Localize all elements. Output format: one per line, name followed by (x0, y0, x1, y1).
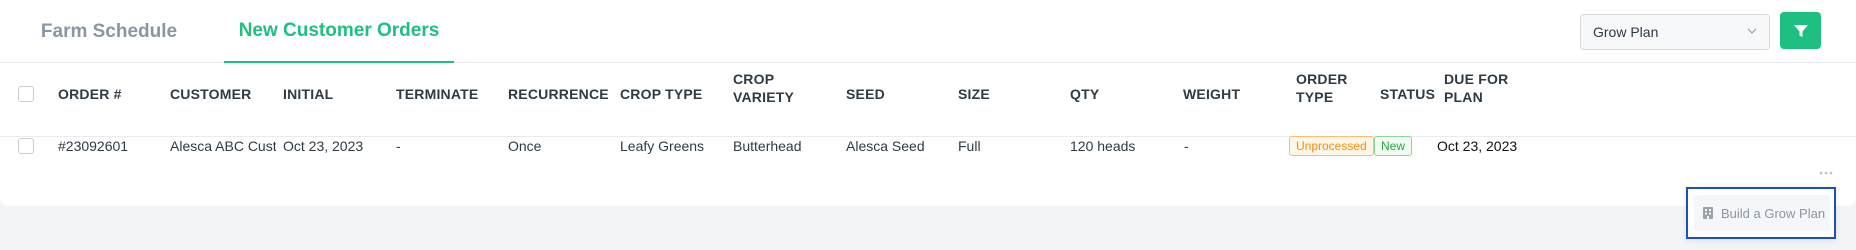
cell-crop-variety: Butterhead (733, 138, 802, 154)
row-actions-menu: Build a Grow Plan (1686, 187, 1836, 239)
col-header-status[interactable]: STATUS (1380, 86, 1435, 102)
cell-qty: 120 heads (1070, 138, 1136, 154)
select-all-checkbox[interactable] (18, 86, 34, 102)
more-actions-icon[interactable] (1818, 170, 1834, 176)
cell-recurrence: Once (508, 138, 542, 154)
col-header-qty[interactable]: QTY (1070, 86, 1099, 102)
col-header-due-for-plan[interactable]: DUE FOR PLAN (1444, 70, 1514, 106)
cell-weight: - (1184, 138, 1189, 154)
col-header-recurrence[interactable]: RECURRENCE (508, 86, 609, 102)
cell-order-number[interactable]: #23092601 (58, 138, 128, 154)
build-grow-plan-menu-item[interactable]: Build a Grow Plan (1694, 195, 1830, 231)
col-header-crop-variety[interactable]: CROP VARIETY (733, 70, 803, 106)
build-grow-plan-label: Build a Grow Plan (1721, 205, 1826, 221)
col-header-customer[interactable]: CUSTOMER (170, 86, 251, 102)
cell-crop-type: Leafy Greens (620, 138, 705, 154)
cell-terminate: - (396, 138, 401, 154)
cell-initial: Oct 23, 2023 (283, 138, 364, 154)
col-header-order[interactable]: ORDER # (58, 86, 122, 102)
col-header-size[interactable]: SIZE (958, 86, 990, 102)
tab-bar: Farm Schedule New Customer Orders Grow P… (0, 0, 1856, 63)
col-header-initial[interactable]: INITIAL (283, 86, 333, 102)
col-header-terminate[interactable]: TERMINATE (396, 86, 478, 102)
grow-plan-select-value: Grow Plan (1593, 24, 1659, 40)
tab-farm-schedule[interactable]: Farm Schedule (28, 0, 190, 63)
orders-card: Farm Schedule New Customer Orders Grow P… (0, 0, 1856, 206)
status-badge: New (1374, 136, 1413, 156)
chevron-down-icon (1747, 28, 1757, 34)
tab-new-customer-orders[interactable]: New Customer Orders (224, 0, 454, 63)
grow-plan-select[interactable]: Grow Plan (1580, 14, 1770, 50)
row-checkbox[interactable] (18, 138, 34, 154)
cell-size: Full (958, 138, 981, 154)
col-header-crop-type[interactable]: CROP TYPE (620, 86, 702, 102)
col-header-weight[interactable]: WEIGHT (1183, 86, 1240, 102)
cell-customer: Alesca ABC Custom (170, 138, 276, 154)
funnel-icon (1793, 24, 1808, 37)
building-icon (1703, 207, 1713, 219)
col-header-order-type[interactable]: ORDER TYPE (1296, 70, 1356, 106)
cell-due-for-plan: Oct 23, 2023 (1437, 138, 1518, 154)
col-header-seed[interactable]: SEED (846, 86, 885, 102)
order-type-badge: Unprocessed (1289, 136, 1374, 156)
filter-button[interactable] (1780, 12, 1821, 49)
header-divider (0, 136, 1856, 137)
cell-seed: Alesca Seed (846, 138, 925, 154)
